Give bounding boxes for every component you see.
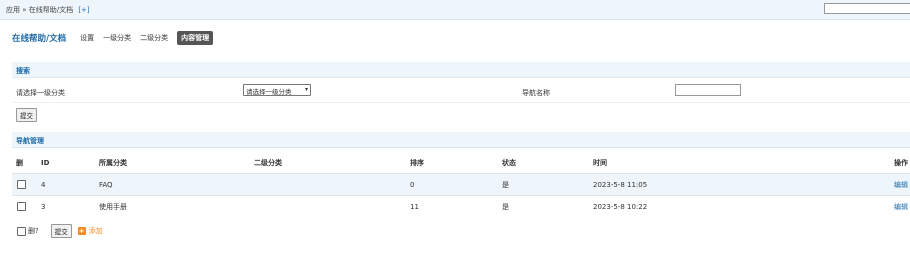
col-action: 操作	[894, 159, 908, 167]
row-edit-link[interactable]: 编辑	[894, 181, 908, 189]
row-category: FAQ	[99, 173, 254, 196]
breadcrumb-text: 应用 » 在线帮助/文档	[6, 6, 74, 14]
nav-first-category[interactable]: 一级分类	[103, 33, 131, 43]
nav-table: 删 ID 所属分类 二级分类 排序 状态 时间 操作 4 FAQ 0 是 202…	[12, 153, 910, 217]
col-id: ID	[41, 159, 50, 167]
search-filter-row: 请选择一级分类 请选择一级分类 ▾ 导航名称	[12, 81, 910, 103]
delete-label: 删?	[28, 227, 39, 235]
row-id: 4	[41, 173, 99, 196]
row-status: 是	[502, 173, 593, 196]
row-order: 0	[410, 173, 502, 196]
row-subcategory	[254, 195, 410, 217]
add-icon[interactable]: +	[77, 227, 86, 235]
select-all-delete-checkbox[interactable]	[17, 226, 26, 236]
table-header-row: 删 ID 所属分类 二级分类 排序 状态 时间 操作	[12, 153, 910, 174]
row-time: 2023-5-8 10:22	[593, 195, 840, 217]
category-select-value: 请选择一级分类	[246, 88, 292, 96]
row-delete-checkbox[interactable]	[17, 202, 26, 211]
manage-section-header: 导航管理	[12, 132, 910, 148]
bulk-actions: 删? 提交 + 添加	[17, 224, 103, 238]
nav-settings[interactable]: 设置	[80, 33, 94, 43]
col-category: 所属分类	[99, 159, 127, 167]
table-row: 4 FAQ 0 是 2023-5-8 11:05 编辑	[12, 173, 910, 196]
row-order: 11	[410, 195, 502, 217]
module-nav: 在线帮助/文档 设置 一级分类 二级分类 内容管理	[12, 31, 222, 45]
search-submit-button[interactable]: 提交	[16, 108, 37, 122]
col-delete: 删	[16, 159, 23, 167]
nav-content-management[interactable]: 内容管理	[177, 31, 214, 45]
nav-name-label: 导航名称	[522, 89, 550, 97]
chevron-down-icon: ▾	[304, 86, 308, 93]
row-status: 是	[502, 195, 593, 217]
module-title[interactable]: 在线帮助/文档	[12, 32, 66, 44]
col-status: 状态	[502, 159, 516, 167]
row-delete-checkbox[interactable]	[17, 180, 26, 189]
col-subcategory: 二级分类	[254, 159, 282, 167]
row-subcategory	[254, 173, 410, 196]
nav-second-category[interactable]: 二级分类	[140, 33, 168, 43]
search-section-header: 搜索	[12, 62, 910, 78]
breadcrumb: 应用 » 在线帮助/文档 [+]	[6, 5, 90, 15]
top-bar: 应用 » 在线帮助/文档 [+]	[0, 0, 910, 20]
top-search-input[interactable]	[824, 3, 910, 14]
bulk-submit-button[interactable]: 提交	[50, 224, 72, 238]
search-section-title: 搜索	[16, 67, 30, 75]
col-order: 排序	[410, 159, 424, 167]
manage-section-title: 导航管理	[16, 137, 44, 145]
breadcrumb-add-link[interactable]: [+]	[78, 6, 89, 14]
row-edit-link[interactable]: 编辑	[894, 203, 908, 211]
category-select[interactable]: 请选择一级分类 ▾	[243, 84, 311, 96]
category-label: 请选择一级分类	[16, 89, 65, 97]
nav-name-input[interactable]	[675, 84, 741, 96]
row-time: 2023-5-8 11:05	[593, 173, 840, 196]
add-link[interactable]: 添加	[89, 226, 103, 236]
col-time: 时间	[593, 159, 607, 167]
table-row: 3 使用手册 11 是 2023-5-8 10:22 编辑	[12, 195, 910, 217]
row-category: 使用手册	[99, 195, 254, 217]
row-id: 3	[41, 195, 99, 217]
